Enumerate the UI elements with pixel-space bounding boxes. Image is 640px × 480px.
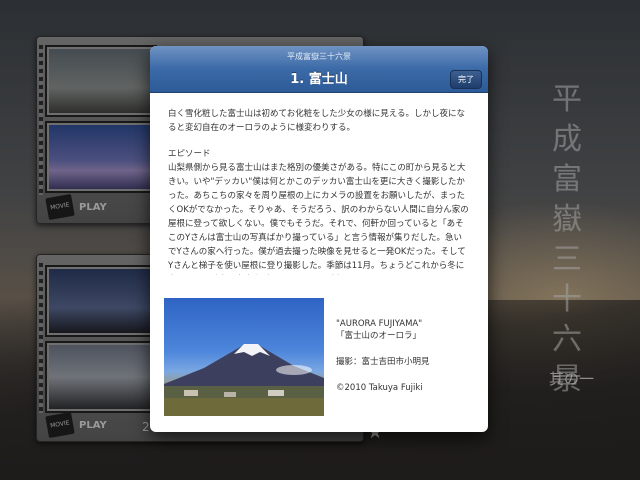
caption-japanese: 「富士山のオーロラ」 bbox=[336, 331, 422, 341]
fuji-photo bbox=[164, 298, 324, 416]
caption-english: "AURORA FUJIYAMA" bbox=[336, 319, 423, 329]
episode-heading: エピソード bbox=[168, 149, 211, 159]
copyright: ©2010 Takuya Fujiki bbox=[336, 383, 423, 393]
modal-caption: 平成富嶽三十六景 bbox=[287, 52, 351, 61]
detail-modal: 平成富嶽三十六景 1. 富士山 完了 白く雪化粧した富士山は初めてお化粧をした少… bbox=[150, 46, 488, 432]
modal-header: 平成富嶽三十六景 1. 富士山 完了 bbox=[150, 46, 488, 93]
episode-text: 山梨県側から見る富士山はまた格別の優美さがある。特にこの町から見ると大きい。いや… bbox=[168, 163, 469, 271]
modal-title: 1. 富士山 bbox=[290, 72, 348, 87]
done-button[interactable]: 完了 bbox=[450, 70, 482, 89]
photo-location: 撮影：富士吉田市小明見 bbox=[336, 357, 430, 367]
photo-caption: "AURORA FUJIYAMA" 「富士山のオーロラ」 撮影：富士吉田市小明見… bbox=[336, 318, 430, 394]
photo-section: "AURORA FUJIYAMA" 「富士山のオーロラ」 撮影：富士吉田市小明見… bbox=[162, 298, 482, 418]
fuji-mountain-graphic bbox=[164, 344, 324, 416]
intro-text: 白く雪化粧した富士山は初めてお化粧をした少女の様に見える。しかし夜になると変幻自… bbox=[168, 109, 465, 133]
modal-body[interactable]: 白く雪化粧した富士山は初めてお化粧をした少女の様に見える。しかし夜になると変幻自… bbox=[150, 93, 488, 275]
